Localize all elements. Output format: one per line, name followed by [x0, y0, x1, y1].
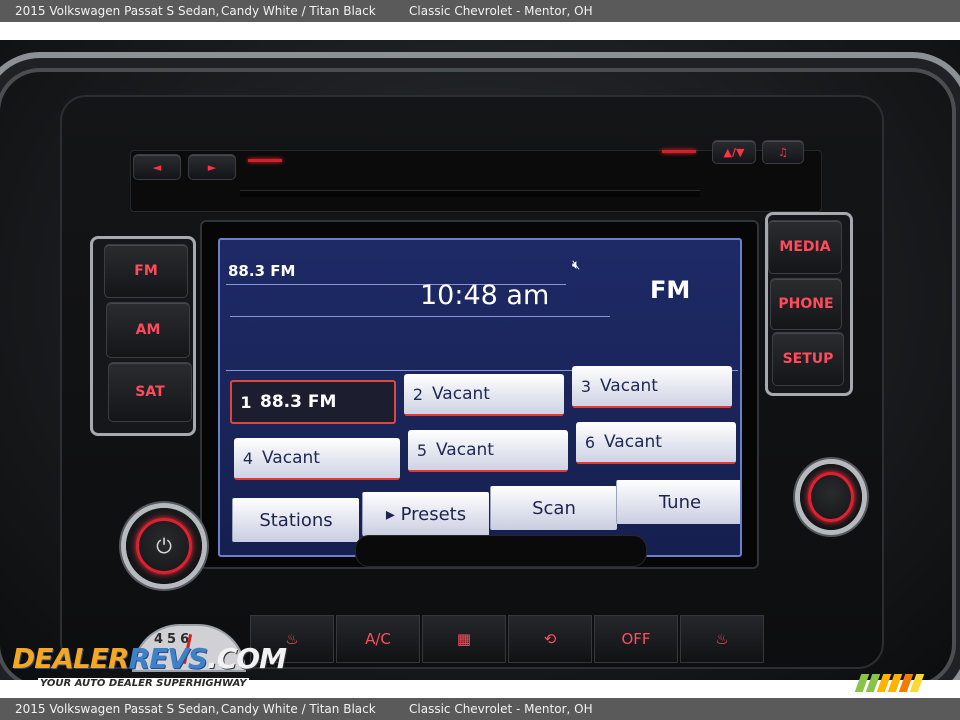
caption-bar-bottom: 2015 Volkswagen Passat S Sedan, Candy Wh…: [0, 698, 960, 720]
cd-indicator-right: [662, 150, 696, 153]
climate-off-button[interactable]: OFF: [594, 615, 678, 663]
eject-button[interactable]: ▲/▼: [712, 140, 756, 164]
ac-button[interactable]: A/C: [336, 615, 420, 663]
current-frequency: 88.3 FM: [228, 262, 296, 280]
brand-stripes: [854, 674, 934, 692]
vehicle-title: 2015 Volkswagen Passat S Sedan,: [15, 4, 220, 18]
seek-back-button[interactable]: ◄: [133, 154, 181, 180]
tune-softkey[interactable]: Tune: [616, 480, 740, 524]
am-button[interactable]: AM: [106, 302, 190, 358]
presets-softkey[interactable]: ▸ Presets: [362, 492, 489, 536]
logo-dealer: DEALER: [12, 642, 130, 675]
preset-label: Vacant: [262, 448, 320, 468]
preset-4[interactable]: 4 Vacant: [234, 438, 400, 480]
lower-card-slot: [355, 535, 647, 567]
cd-indicator-left: [248, 159, 282, 162]
clock-display: 10:48 am: [420, 280, 550, 311]
music-button[interactable]: ♫: [762, 140, 804, 164]
dealerrevs-logo: 456 DEALERREVS.COM YOUR AUTO DEALER SUPE…: [12, 624, 287, 696]
preset-number: 2: [412, 384, 424, 404]
seat-heat-icon: ♨: [285, 630, 299, 648]
logo-revs: REVS: [128, 642, 209, 675]
radio-photo: ◄ ► ▲/▼ ♫ FM AM SAT MEDIA PHONE SETUP 88…: [0, 40, 960, 680]
clock-divider: [230, 316, 610, 317]
stations-softkey[interactable]: Stations: [232, 498, 359, 542]
sat-button[interactable]: SAT: [108, 362, 192, 422]
scan-softkey[interactable]: Scan: [490, 486, 617, 530]
preset-label: 88.3 FM: [260, 392, 337, 412]
dealer-name: Classic Chevrolet - Mentor, OH: [409, 702, 593, 716]
dealer-name: Classic Chevrolet - Mentor, OH: [409, 4, 593, 18]
logo-tagline: YOUR AUTO DEALER SUPERHIGHWAY: [38, 678, 249, 689]
speaker-mute-icon: 🔇︎: [572, 258, 581, 273]
power-icon: ⏻: [156, 534, 172, 558]
vehicle-title: 2015 Volkswagen Passat S Sedan,: [15, 702, 220, 716]
preset-6[interactable]: 6 Vacant: [576, 422, 736, 464]
radio-screen: 88.3 FM 🔇︎ 10:48 am FM 1 88.3 FM 2 Vacan…: [218, 238, 742, 557]
knob-ring: [808, 472, 854, 522]
preset-5[interactable]: 5 Vacant: [408, 430, 568, 472]
vehicle-colors: Candy White / Titan Black: [221, 702, 376, 716]
preset-label: Vacant: [600, 376, 658, 396]
tuning-knob[interactable]: [800, 464, 862, 530]
band-indicator: FM: [650, 276, 691, 304]
caption-bar-top: 2015 Volkswagen Passat S Sedan, Candy Wh…: [0, 0, 960, 22]
preset-number: 3: [580, 376, 592, 396]
media-button[interactable]: MEDIA: [768, 220, 842, 274]
preset-3[interactable]: 3 Vacant: [572, 366, 732, 408]
preset-label: Vacant: [436, 440, 494, 460]
fm-button[interactable]: FM: [104, 244, 188, 298]
cd-slot: [240, 190, 700, 197]
seat-heat-icon: ♨: [715, 630, 729, 648]
recirculation-icon: ⟲: [543, 630, 557, 648]
phone-button[interactable]: PHONE: [770, 278, 842, 330]
power-volume-knob[interactable]: ⏻: [126, 508, 202, 584]
recirculation-button[interactable]: ⟲: [508, 615, 592, 663]
seek-forward-button[interactable]: ►: [188, 154, 236, 180]
seat-heat-right-button[interactable]: ♨: [680, 615, 764, 663]
preset-2[interactable]: 2 Vacant: [404, 374, 564, 416]
preset-label: Vacant: [604, 432, 662, 452]
vehicle-colors: Candy White / Titan Black: [221, 4, 376, 18]
preset-number: 4: [242, 448, 254, 468]
rear-defrost-button[interactable]: ▦: [422, 615, 506, 663]
logo-dotcom: .COM: [207, 642, 287, 675]
logo-wordmark: DEALERREVS.COM: [12, 642, 287, 675]
preset-label: Vacant: [432, 384, 490, 404]
preset-number: 1: [240, 392, 252, 412]
setup-button[interactable]: SETUP: [772, 332, 844, 386]
preset-number: 5: [416, 440, 428, 460]
rear-defrost-icon: ▦: [456, 630, 472, 648]
preset-number: 6: [584, 432, 596, 452]
preset-1[interactable]: 1 88.3 FM: [230, 380, 396, 424]
